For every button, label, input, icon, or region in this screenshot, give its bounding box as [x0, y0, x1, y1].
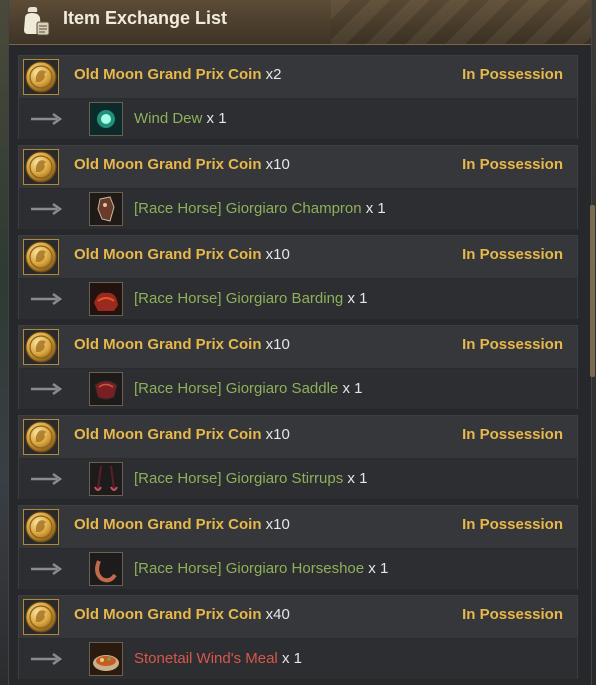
- exchange-entry[interactable]: Old Moon Grand Prix Coin x10 In Possessi…: [18, 145, 578, 229]
- cost-item-quantity: x10: [265, 336, 290, 353]
- reward-item-label: [Race Horse] Giorgiaro Horseshoe: [134, 560, 365, 577]
- cost-item-label: Old Moon Grand Prix Coin: [74, 516, 262, 533]
- wind-dew-icon[interactable]: [89, 102, 123, 136]
- reward-item-name: [Race Horse] Giorgiaro Champron x 1: [134, 200, 386, 217]
- grand-prix-coin-icon: [23, 599, 59, 635]
- possession-status: In Possession: [462, 516, 563, 533]
- grand-prix-coin-icon: [23, 59, 59, 95]
- cost-item-quantity: x40: [265, 606, 290, 623]
- cost-item-label: Old Moon Grand Prix Coin: [74, 246, 262, 263]
- saddle-icon[interactable]: [89, 372, 123, 406]
- grand-prix-coin-icon: [23, 329, 59, 365]
- champron-icon[interactable]: [89, 192, 123, 226]
- arrow-right-icon: [29, 470, 63, 488]
- possession-status: In Possession: [462, 336, 563, 353]
- reward-row: [Race Horse] Giorgiaro Horseshoe x 1: [19, 549, 577, 589]
- cost-item-quantity: x10: [265, 156, 290, 173]
- reward-item-quantity: x 1: [342, 380, 363, 397]
- reward-item-label: [Race Horse] Giorgiaro Champron: [134, 200, 362, 217]
- cost-item-quantity: x10: [265, 246, 290, 263]
- bag-scroll-icon: [24, 7, 50, 36]
- grand-prix-coin-icon: [23, 239, 59, 275]
- item-exchange-window: Item Exchange List Old Moon Grand Prix C…: [8, 0, 595, 685]
- reward-item-label: [Race Horse] Giorgiaro Saddle: [134, 380, 339, 397]
- cost-item-label: Old Moon Grand Prix Coin: [74, 606, 262, 623]
- cost-row: Old Moon Grand Prix Coin x10 In Possessi…: [19, 236, 577, 279]
- exchange-entry[interactable]: Old Moon Grand Prix Coin x10 In Possessi…: [18, 325, 578, 409]
- reward-row: [Race Horse] Giorgiaro Barding x 1: [19, 279, 577, 319]
- reward-item-name: [Race Horse] Giorgiaro Saddle x 1: [134, 380, 362, 397]
- exchange-entry[interactable]: Old Moon Grand Prix Coin x2 In Possessio…: [18, 55, 578, 139]
- reward-item-label: Wind Dew: [134, 110, 203, 127]
- window-title: Item Exchange List: [63, 8, 228, 28]
- exchange-entry[interactable]: Old Moon Grand Prix Coin x40 In Possessi…: [18, 595, 578, 679]
- cost-item-name: Old Moon Grand Prix Coin x10: [74, 156, 290, 173]
- reward-row: [Race Horse] Giorgiaro Saddle x 1: [19, 369, 577, 409]
- cost-item-label: Old Moon Grand Prix Coin: [74, 156, 262, 173]
- cost-row: Old Moon Grand Prix Coin x10 In Possessi…: [19, 146, 577, 189]
- arrow-right-icon: [29, 290, 63, 308]
- possession-status: In Possession: [462, 66, 563, 83]
- cost-item-name: Old Moon Grand Prix Coin x10: [74, 246, 290, 263]
- reward-item-quantity: x 1: [347, 470, 368, 487]
- cost-row: Old Moon Grand Prix Coin x2 In Possessio…: [19, 56, 577, 99]
- grand-prix-coin-icon: [23, 509, 59, 545]
- grand-prix-coin-icon: [23, 149, 59, 185]
- cost-item-name: Old Moon Grand Prix Coin x40: [74, 606, 290, 623]
- exchange-entry[interactable]: Old Moon Grand Prix Coin x10 In Possessi…: [18, 505, 578, 589]
- cost-item-label: Old Moon Grand Prix Coin: [74, 66, 262, 83]
- reward-row: Wind Dew x 1: [19, 99, 577, 139]
- arrow-right-icon: [29, 380, 63, 398]
- cost-item-label: Old Moon Grand Prix Coin: [74, 426, 262, 443]
- stirrups-icon[interactable]: [89, 462, 123, 496]
- reward-row: Stonetail Wind's Meal x 1: [19, 639, 577, 679]
- reward-item-name: [Race Horse] Giorgiaro Barding x 1: [134, 290, 367, 307]
- cost-item-quantity: x10: [265, 426, 290, 443]
- possession-status: In Possession: [462, 246, 563, 263]
- scrollbar-thumb[interactable]: [590, 205, 595, 377]
- reward-item-quantity: x 1: [365, 200, 386, 217]
- cost-row: Old Moon Grand Prix Coin x10 In Possessi…: [19, 506, 577, 549]
- cost-row: Old Moon Grand Prix Coin x40 In Possessi…: [19, 596, 577, 639]
- reward-item-label: [Race Horse] Giorgiaro Stirrups: [134, 470, 344, 487]
- reward-row: [Race Horse] Giorgiaro Stirrups x 1: [19, 459, 577, 499]
- grand-prix-coin-icon: [23, 419, 59, 455]
- reward-item-label: [Race Horse] Giorgiaro Barding: [134, 290, 344, 307]
- possession-status: In Possession: [462, 426, 563, 443]
- meal-icon[interactable]: [89, 642, 123, 676]
- exchange-entry[interactable]: Old Moon Grand Prix Coin x10 In Possessi…: [18, 415, 578, 499]
- possession-status: In Possession: [462, 606, 563, 623]
- arrow-right-icon: [29, 560, 63, 578]
- title-bar[interactable]: Item Exchange List: [9, 0, 591, 45]
- reward-item-name: Stonetail Wind's Meal x 1: [134, 650, 302, 667]
- cost-item-name: Old Moon Grand Prix Coin x10: [74, 336, 290, 353]
- possession-status: In Possession: [462, 156, 563, 173]
- cost-item-quantity: x2: [265, 66, 282, 83]
- reward-item-name: [Race Horse] Giorgiaro Stirrups x 1: [134, 470, 367, 487]
- exchange-entry[interactable]: Old Moon Grand Prix Coin x10 In Possessi…: [18, 235, 578, 319]
- exchange-list: Old Moon Grand Prix Coin x2 In Possessio…: [18, 55, 578, 685]
- barding-icon[interactable]: [89, 282, 123, 316]
- reward-item-quantity: x 1: [281, 650, 302, 667]
- cost-item-name: Old Moon Grand Prix Coin x10: [74, 516, 290, 533]
- reward-item-quantity: x 1: [206, 110, 227, 127]
- horseshoe-icon[interactable]: [89, 552, 123, 586]
- cost-item-quantity: x10: [265, 516, 290, 533]
- reward-item-name: [Race Horse] Giorgiaro Horseshoe x 1: [134, 560, 388, 577]
- cost-row: Old Moon Grand Prix Coin x10 In Possessi…: [19, 416, 577, 459]
- reward-item-name: Wind Dew x 1: [134, 110, 227, 127]
- reward-item-quantity: x 1: [347, 290, 368, 307]
- cost-item-name: Old Moon Grand Prix Coin x10: [74, 426, 290, 443]
- arrow-right-icon: [29, 110, 63, 128]
- reward-item-quantity: x 1: [368, 560, 389, 577]
- cost-item-name: Old Moon Grand Prix Coin x2: [74, 66, 282, 83]
- reward-item-label: Stonetail Wind's Meal: [134, 650, 278, 667]
- arrow-right-icon: [29, 200, 63, 218]
- arrow-right-icon: [29, 650, 63, 668]
- cost-row: Old Moon Grand Prix Coin x10 In Possessi…: [19, 326, 577, 369]
- reward-row: [Race Horse] Giorgiaro Champron x 1: [19, 189, 577, 229]
- cost-item-label: Old Moon Grand Prix Coin: [74, 336, 262, 353]
